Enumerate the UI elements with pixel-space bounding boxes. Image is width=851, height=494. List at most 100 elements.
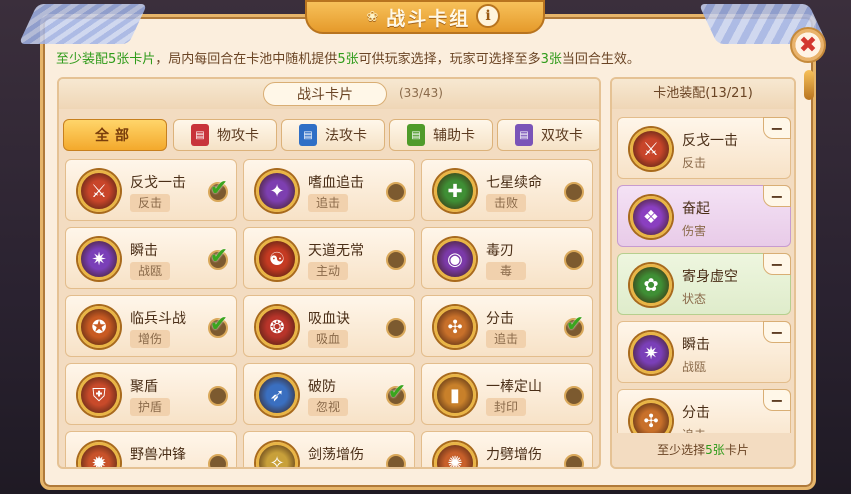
remove-card-button[interactable]: − [763, 185, 791, 207]
card-name: 嗜血追击 [308, 175, 364, 191]
card-type: 吸血 [308, 330, 348, 348]
deck-header: 卡池装配(13/21) [612, 79, 794, 109]
deck-card-name: 奋起 [682, 201, 710, 217]
card-select-toggle[interactable] [564, 454, 584, 467]
filter-tab-magic[interactable]: ▤ 法攻卡 [281, 119, 385, 151]
battle-card[interactable]: ☯ 天道无常主动 [243, 227, 415, 289]
card-name: 聚盾 [130, 379, 158, 395]
card-skill-icon: ☯ [256, 238, 298, 280]
collection-header: 战斗卡片 (33/43) [59, 79, 599, 109]
card-skill-icon: ✧ [256, 442, 298, 467]
card-skill-icon: ⚔ [78, 170, 120, 212]
deck-card-name: 瞬击 [682, 337, 710, 353]
deck-card-type: 伤害 [682, 224, 707, 238]
deck-card-type: 反击 [682, 156, 707, 170]
battle-card[interactable]: ⚔ 反戈一击 反击 ✔ [65, 159, 237, 221]
card-skill-icon: ✺ [434, 442, 476, 467]
battle-card[interactable]: ✷ 瞬击 战瓯 ✔ [65, 227, 237, 289]
battle-card[interactable]: ➶ 破防 忽视 ✔ [243, 363, 415, 425]
card-name: 分击 [486, 311, 514, 327]
card-select-toggle[interactable] [564, 250, 584, 270]
card-name: 力劈增伤 [486, 447, 542, 463]
filter-tabs: 全部 ▤ 物攻卡 ▤ 法攻卡 ▤ 辅助卡 ▤ 双攻卡 [63, 119, 599, 153]
card-skill-icon: ✚ [434, 170, 476, 212]
deck-slot[interactable]: ❖ 奋起伤害 − [617, 185, 791, 247]
filter-tab-all[interactable]: 全部 [63, 119, 167, 151]
battle-card[interactable]: ❂ 吸血诀 吸血 [243, 295, 415, 357]
card-type: 主动 [308, 262, 348, 280]
card-name: 瞬击 [130, 243, 158, 259]
battle-card[interactable]: ◉ 毒刃毒 [421, 227, 593, 289]
card-select-toggle[interactable] [564, 386, 584, 406]
card-skill-icon: ✦ [256, 170, 298, 212]
card-name: 野兽冲锋 [130, 447, 186, 463]
card-type: 忽视 [308, 398, 348, 416]
battle-card[interactable]: ✪ 临兵斗战 增伤 ✔ [65, 295, 237, 357]
card-skill-icon: ✣ [434, 306, 476, 348]
card-name: 剑荡增伤 [308, 447, 364, 463]
battle-card[interactable]: ▮ 一棒定山 封印 [421, 363, 593, 425]
battle-card[interactable]: ✧ 剑荡增伤 [243, 431, 415, 467]
title-deco-icon: ❀ [366, 9, 381, 25]
card-name: 破防 [308, 379, 336, 395]
deck-slot[interactable]: ✷ 瞬击战瓯 − [617, 321, 791, 383]
collection-count: (33/43) [399, 86, 443, 100]
info-icon[interactable]: i [476, 4, 500, 28]
deck-card-name: 分击 [682, 405, 710, 421]
deck-card-name: 反戈一击 [682, 133, 738, 149]
remove-card-button[interactable]: − [763, 321, 791, 343]
deck-slot[interactable]: ⚔ 反戈一击反击 − [617, 117, 791, 179]
green-book-icon: ▤ [407, 124, 425, 146]
card-select-toggle[interactable] [564, 182, 584, 202]
deck-skill-icon: ❖ [630, 196, 672, 238]
battle-card[interactable]: ✦ 嗜血追击追击 [243, 159, 415, 221]
card-name: 反戈一击 [130, 175, 186, 191]
tassel-decoration [804, 70, 814, 100]
card-skill-icon: ✷ [78, 238, 120, 280]
card-grid: ⚔ 反戈一击 反击 ✔ ✦ 嗜血追击 追击 ✚ 七星续命 击败 ✷ 瞬击 战瓯 ✔ ☯ 天道无常 主动 ◉ 毒刃毒 ✪… [65, 159, 599, 467]
card-skill-icon: ▮ [434, 374, 476, 416]
card-select-toggle[interactable] [386, 454, 406, 467]
card-type: 追击 [308, 194, 348, 212]
card-type: 封印 [486, 398, 526, 416]
remove-card-button[interactable]: − [763, 389, 791, 411]
deck-footer: 至少选择5张卡片 [612, 433, 794, 467]
card-select-toggle[interactable] [386, 318, 406, 338]
card-skill-icon: ◉ [434, 238, 476, 280]
card-select-toggle[interactable] [386, 250, 406, 270]
card-type: 击败 [486, 194, 526, 212]
battle-card[interactable]: ✣ 分击追击 ✔ [421, 295, 593, 357]
deck-card-type: 战瓯 [682, 360, 707, 374]
filter-tab-support[interactable]: ▤ 辅助卡 [389, 119, 493, 151]
card-type: 毒 [486, 262, 526, 280]
card-name: 天道无常 [308, 243, 364, 259]
close-button[interactable]: ✖ [790, 27, 826, 63]
battle-card[interactable]: ✚ 七星续命 击败 [421, 159, 593, 221]
checkmark-icon: ✔ [565, 312, 585, 337]
filter-tab-dual[interactable]: ▤ 双攻卡 [497, 119, 599, 151]
rules-notice: 至少装配5张卡片，局内每回合在卡池中随机提供5张可供玩家选择，玩家可选择至多3张… [56, 52, 640, 67]
deck-skill-icon: ⚔ [630, 128, 672, 170]
battle-card[interactable]: ⛨ 聚盾 护盾 [65, 363, 237, 425]
deck-pane: 卡池装配(13/21) ⚔ 反戈一击 反击 − ❖ 奋起 伤害 − ✿ 寄身虚空 状态 − ✷ 瞬击 战瓯 −… [610, 77, 796, 469]
filter-tab-physical[interactable]: ▤ 物攻卡 [173, 119, 277, 151]
card-type: 追击 [486, 330, 526, 348]
battle-card[interactable]: ✹ 野兽冲锋 [65, 431, 237, 467]
battle-card[interactable]: ✺ 力劈增伤 [421, 431, 593, 467]
card-skill-icon: ✪ [78, 306, 120, 348]
card-select-toggle[interactable] [386, 182, 406, 202]
card-select-toggle[interactable] [208, 386, 228, 406]
card-type: 护盾 [130, 398, 170, 416]
deck-card-type: 状态 [682, 292, 707, 306]
remove-card-button[interactable]: − [763, 117, 791, 139]
card-skill-icon: ❂ [256, 306, 298, 348]
deck-card-name: 寄身虚空 [682, 269, 738, 285]
purple-book-icon: ▤ [515, 124, 533, 146]
card-select-toggle[interactable] [208, 454, 228, 467]
deck-skill-icon: ✷ [630, 332, 672, 374]
deck-slot[interactable]: ✿ 寄身虚空 状态 − [617, 253, 791, 315]
card-name: 临兵斗战 [130, 311, 186, 327]
remove-card-button[interactable]: − [763, 253, 791, 275]
checkmark-icon: ✔ [209, 312, 229, 337]
left-ribbon-decoration [18, 4, 148, 44]
